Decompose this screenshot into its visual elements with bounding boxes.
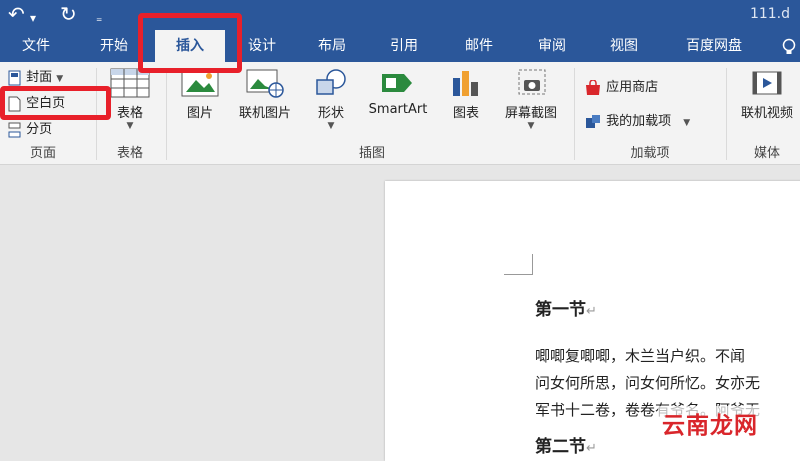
media-group-label: 媒体 [753, 146, 780, 161]
tab-mailings[interactable]: 邮件 [455, 30, 503, 62]
shapes-button[interactable]: 形状 ▼ [308, 68, 354, 131]
paragraph-mark-icon: ↵ [586, 304, 597, 319]
watermark: 云南龙网 [658, 406, 762, 440]
page-break-label: 分页 [26, 122, 53, 137]
table-button[interactable]: 表格 ▼ [104, 68, 156, 131]
page-break-button[interactable]: 分页 [8, 118, 52, 138]
tab-references[interactable]: 引用 [380, 30, 428, 62]
screenshot-button[interactable]: 屏幕截图 ▼ [495, 68, 567, 131]
screenshot-label: 屏幕截图 [504, 106, 557, 121]
illustrations-group-label: 插图 [358, 146, 385, 161]
smartart-label: SmartArt [368, 102, 428, 117]
picture-button[interactable]: 图片 [177, 68, 223, 121]
chevron-down-icon: ▼ [56, 74, 64, 84]
ribbon: 封面 ▼ 空白页 分页 页面 表格 ▼ 表格 图片 联机图片 形状 ▼ Smar… [0, 62, 800, 165]
store-label: 应用商店 [606, 80, 659, 95]
cover-page-icon [8, 70, 21, 85]
page-break-icon [8, 122, 21, 137]
undo-dropdown-icon[interactable]: ▾ [30, 6, 36, 30]
margin-corner-mark [504, 254, 533, 275]
tab-view[interactable]: 视图 [600, 30, 648, 62]
section-heading: 第二节↵ [535, 437, 597, 457]
chevron-down-icon: ▼ [683, 118, 691, 128]
online-picture-button[interactable]: 联机图片 [230, 68, 300, 121]
my-addins-icon [586, 114, 600, 128]
highlight-insert-tab [138, 13, 242, 73]
tab-layout[interactable]: 布局 [308, 30, 356, 62]
highlight-blank-page [0, 86, 111, 120]
addins-group-label: 加载项 [630, 146, 670, 161]
paragraph-mark-icon: ↵ [586, 441, 597, 456]
title-bar: ↶ ▾ ↻ ₌ 111.d [0, 0, 800, 30]
chevron-down-icon: ▼ [126, 121, 134, 131]
table-label: 表格 [116, 106, 143, 121]
online-video-button[interactable]: 联机视频 [734, 68, 800, 121]
smartart-icon [382, 74, 412, 92]
tables-group-label: 表格 [116, 146, 143, 161]
section-heading: 第一节↵ [535, 300, 597, 320]
smartart-button[interactable]: SmartArt [362, 68, 434, 117]
shapes-icon [316, 69, 346, 95]
paragraph-line: 唧唧复唧唧，木兰当户织。不闻 [535, 347, 746, 365]
tab-home[interactable]: 开始 [90, 30, 138, 62]
my-addins-label: 我的加载项 [606, 114, 672, 129]
paragraph-line: 问女何所思，问女何所忆。女亦无 [535, 374, 761, 392]
chevron-down-icon: ▼ [527, 121, 535, 131]
store-icon [586, 78, 600, 95]
ribbon-tabs: 文件 开始 插入 设计 布局 引用 邮件 审阅 视图 百度网盘 [0, 30, 800, 62]
tab-file[interactable]: 文件 [12, 30, 60, 62]
tab-review[interactable]: 审阅 [528, 30, 576, 62]
online-picture-icon [246, 69, 284, 98]
chart-label: 图表 [452, 106, 479, 121]
tab-baidu-netdisk[interactable]: 百度网盘 [672, 30, 756, 62]
group-divider [726, 68, 727, 160]
tell-me-lightbulb-icon[interactable] [782, 38, 796, 56]
cover-page-button[interactable]: 封面 ▼ [8, 66, 63, 86]
picture-label: 图片 [186, 106, 213, 121]
group-divider [166, 68, 167, 160]
undo-icon[interactable]: ↶ [8, 2, 25, 26]
redo-icon[interactable]: ↻ [60, 2, 77, 26]
customize-toolbar-icon[interactable]: ₌ [96, 6, 102, 30]
my-addins-button[interactable]: 我的加载项 ▼ [584, 110, 690, 130]
pages-group-label: 页面 [29, 146, 56, 161]
online-picture-label: 联机图片 [238, 106, 291, 121]
online-video-label: 联机视频 [740, 106, 793, 121]
chart-button[interactable]: 图表 [443, 68, 489, 121]
document-title: 111.d [749, 6, 790, 22]
chart-icon [453, 71, 478, 96]
shapes-label: 形状 [317, 106, 344, 121]
store-button[interactable]: 应用商店 [584, 76, 658, 96]
group-divider [574, 68, 575, 160]
screenshot-icon [518, 69, 546, 95]
chevron-down-icon: ▼ [327, 121, 335, 131]
cover-page-label: 封面 [26, 70, 53, 85]
online-video-icon [752, 71, 782, 95]
tab-design[interactable]: 设计 [238, 30, 286, 62]
